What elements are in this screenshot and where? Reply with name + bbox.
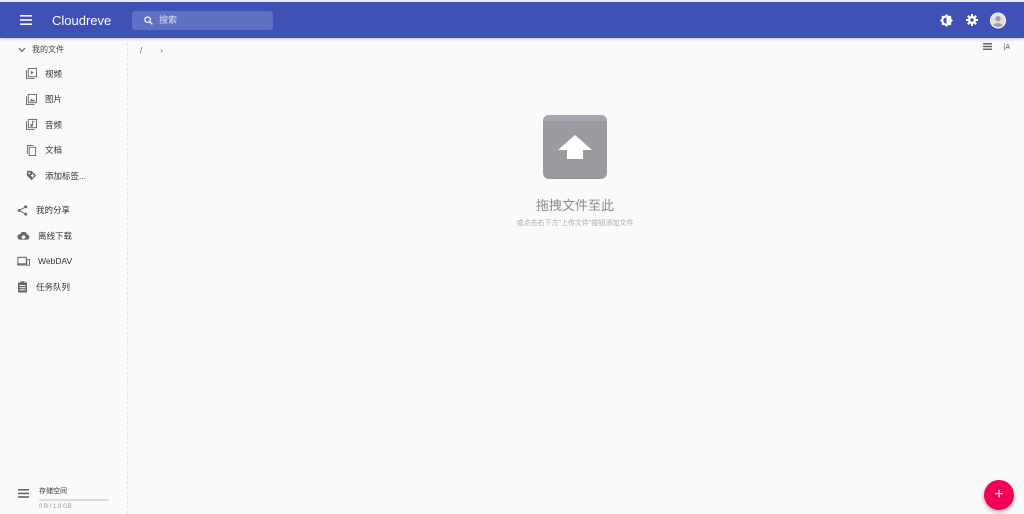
sidebar-item-webdav[interactable]: WebDAV <box>0 249 127 275</box>
view-tools: |A <box>982 43 1011 52</box>
sidebar: 我的文件 视频 图片 音频 文档 添加标签... 我的分享 离线下载 WebDA… <box>0 38 128 514</box>
my-files-label: 我的文件 <box>32 45 64 54</box>
sidebar-item-add-tag[interactable]: 添加标签... <box>0 163 127 189</box>
video-icon <box>26 68 37 80</box>
chevron-down-icon <box>18 47 26 52</box>
breadcrumb-root[interactable]: / <box>140 46 142 55</box>
storage-usage: 0 B / 1.0 GB <box>39 504 72 510</box>
storage-icon <box>18 489 29 498</box>
sort-button[interactable]: |A <box>1004 44 1011 51</box>
app-title: Cloudreve <box>52 12 112 28</box>
app-bar: Cloudreve <box>0 0 1024 38</box>
upload-box-icon <box>543 115 607 179</box>
sidebar-item-label: 文档 <box>45 145 63 156</box>
storage-panel: 存储空间 0 B / 1.0 GB <box>0 482 128 514</box>
empty-title: 拖拽文件至此 <box>535 198 614 213</box>
empty-hint: 或点击右下方"上传文件"按钮添加文件 <box>516 220 634 227</box>
sidebar-item-audio[interactable]: 音频 <box>0 112 127 138</box>
share-icon <box>17 205 28 216</box>
sidebar-item-label: 添加标签... <box>45 170 87 181</box>
sidebar-item-label: 我的分享 <box>36 205 71 216</box>
empty-state: 拖拽文件至此 或点击右下方"上传文件"按钮添加文件 <box>500 115 650 228</box>
sidebar-item-video[interactable]: 视频 <box>0 61 127 87</box>
tag-icon <box>26 171 37 181</box>
menu-icon <box>20 15 32 25</box>
task-queue-icon <box>18 281 27 293</box>
search-icon <box>144 15 153 25</box>
cloud-download-icon <box>17 232 30 240</box>
gear-icon <box>966 14 978 26</box>
avatar-button[interactable] <box>990 12 1006 28</box>
sidebar-item-image[interactable]: 图片 <box>0 87 127 113</box>
nav-divider <box>0 189 127 198</box>
menu-button[interactable] <box>0 2 52 38</box>
sidebar-item-my-shares[interactable]: 我的分享 <box>0 198 127 224</box>
audio-icon <box>26 119 37 131</box>
upload-fab-button[interactable]: + <box>984 480 1014 510</box>
devices-icon <box>17 256 30 266</box>
brightness-icon <box>939 13 953 27</box>
breadcrumb: / › <box>140 40 163 60</box>
sidebar-item-label: 任务队列 <box>36 281 71 292</box>
my-files-folder[interactable]: 我的文件 <box>0 38 127 61</box>
search-box[interactable] <box>132 10 273 30</box>
storage-title: 存储空间 <box>39 488 67 495</box>
upload-arrow-icon <box>558 135 592 159</box>
theme-toggle-button[interactable] <box>938 12 954 28</box>
settings-button[interactable] <box>964 12 980 28</box>
sidebar-item-offline-download[interactable]: 离线下载 <box>0 223 127 249</box>
sidebar-item-label: 音频 <box>45 119 63 130</box>
sidebar-item-label: 视频 <box>45 68 63 79</box>
sidebar-item-task-queue[interactable]: 任务队列 <box>0 274 127 300</box>
list-view-icon <box>982 43 992 50</box>
sidebar-item-document[interactable]: 文档 <box>0 138 127 164</box>
avatar <box>990 12 1006 28</box>
view-mode-button[interactable] <box>982 43 992 52</box>
breadcrumb-chevron-icon[interactable]: › <box>160 46 163 55</box>
storage-progress-bar <box>39 499 109 501</box>
search-input[interactable] <box>159 15 259 25</box>
image-icon <box>26 93 37 105</box>
sidebar-item-label: WebDAV <box>38 256 73 267</box>
document-icon <box>26 144 37 156</box>
sidebar-item-label: 图片 <box>45 94 63 105</box>
sidebar-item-label: 离线下载 <box>38 230 73 241</box>
